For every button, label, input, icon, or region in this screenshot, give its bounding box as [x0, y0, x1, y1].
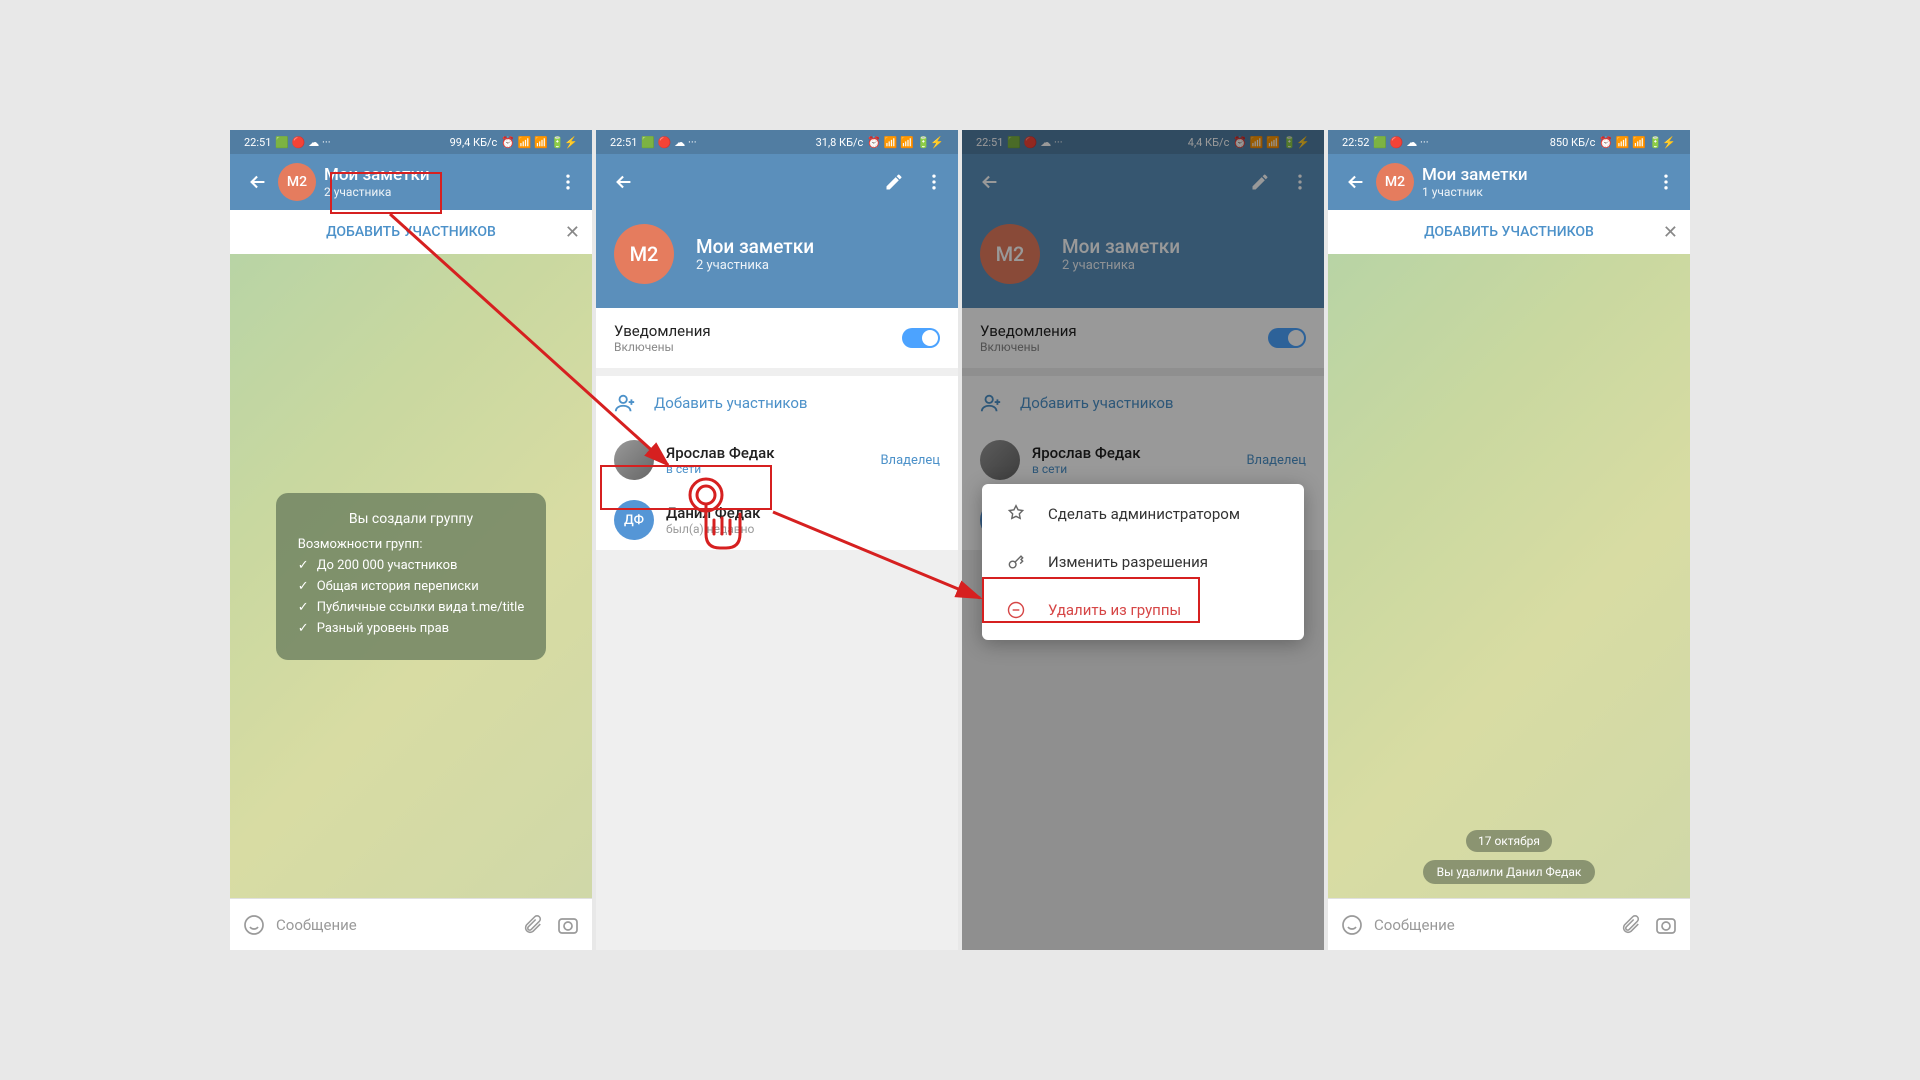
- make-admin-item[interactable]: Сделать администратором: [982, 490, 1304, 538]
- status-bar: 22:52🟩 🔴 ☁ ··· 850 КБ/с ⏰ 📶 📶 🔋⚡: [1328, 130, 1690, 154]
- notifications-toggle[interactable]: [902, 328, 940, 348]
- context-menu: Сделать администратором Изменить разреше…: [982, 484, 1304, 640]
- group-subtitle: 2 участника: [696, 258, 814, 273]
- add-member-row[interactable]: Добавить участников: [596, 376, 958, 430]
- member-name: Ярослав Федак: [666, 444, 775, 462]
- menu-button[interactable]: [1646, 162, 1686, 202]
- status-net: 31,8 КБ/с: [816, 136, 864, 149]
- permissions-item[interactable]: Изменить разрешения: [982, 538, 1304, 586]
- member-name: Данил Федак: [666, 504, 760, 522]
- message-input-bar: [1328, 898, 1690, 950]
- status-bar: 22:51🟩 🔴 ☁ ··· 31,8 КБ/с ⏰ 📶 📶 🔋⚡: [596, 130, 958, 154]
- member-status: был(а) недавно: [666, 522, 760, 536]
- add-members-bar[interactable]: ДОБАВИТЬ УЧАСТНИКОВ ✕: [1328, 210, 1690, 254]
- group-title: Мои заметки: [1422, 165, 1646, 185]
- group-avatar[interactable]: М2: [1376, 163, 1414, 201]
- add-members-label: ДОБАВИТЬ УЧАСТНИКОВ: [1424, 224, 1594, 240]
- member-row[interactable]: ДФ Данил Федак был(а) недавно: [596, 490, 958, 550]
- admin-icon: [1006, 504, 1026, 524]
- emoji-icon[interactable]: [1338, 913, 1366, 937]
- system-message: Вы удалили Данил Федак: [1423, 860, 1596, 884]
- message-input-bar: [230, 898, 592, 950]
- group-subtitle: 2 участника: [324, 185, 548, 199]
- permissions-label: Изменить разрешения: [1048, 553, 1208, 571]
- camera-icon[interactable]: [1652, 913, 1680, 937]
- member-avatar: [614, 440, 654, 480]
- close-icon[interactable]: ✕: [565, 222, 580, 243]
- back-button[interactable]: [1336, 162, 1376, 202]
- header-titles[interactable]: Мои заметки 1 участник: [1422, 165, 1646, 200]
- chat-body: 17 октября Вы удалили Данил Федак: [1328, 254, 1690, 898]
- feature-2: Общая история переписки: [317, 579, 479, 594]
- status-net: 99,4 КБ/с: [450, 136, 498, 149]
- group-avatar[interactable]: М2: [278, 163, 316, 201]
- remove-icon: [1006, 600, 1026, 620]
- notifications-title: Уведомления: [614, 322, 711, 340]
- check-icon: ✓: [298, 600, 309, 615]
- screenshot-3: 22:51🟩 🔴 ☁ ··· 4,4 КБ/с ⏰ 📶 📶 🔋⚡ М2 Мои …: [962, 130, 1324, 950]
- remove-label: Удалить из группы: [1048, 601, 1181, 619]
- screenshot-4: 22:52🟩 🔴 ☁ ··· 850 КБ/с ⏰ 📶 📶 🔋⚡ М2 Мои …: [1328, 130, 1690, 950]
- member-role: Владелец: [880, 453, 940, 468]
- remove-item[interactable]: Удалить из группы: [982, 586, 1304, 634]
- status-net: 850 КБ/с: [1550, 136, 1596, 149]
- screenshot-1: 22:51🟩 🔴 ☁ ··· 99,4 КБ/с ⏰ 📶 📶 🔋⚡ М2 Мои…: [230, 130, 592, 950]
- add-user-icon: [614, 392, 636, 414]
- message-input[interactable]: [1374, 916, 1608, 934]
- profile-header: [596, 154, 958, 210]
- close-icon[interactable]: ✕: [1663, 222, 1678, 243]
- header-titles[interactable]: Мои заметки 2 участника: [324, 165, 548, 200]
- bubble-subhead: Возможности групп:: [298, 537, 524, 552]
- group-title: Мои заметки: [324, 165, 548, 185]
- feature-1: До 200 000 участников: [317, 558, 458, 573]
- status-bar: 22:51🟩 🔴 ☁ ··· 99,4 КБ/с ⏰ 📶 📶 🔋⚡: [230, 130, 592, 154]
- add-members-label: ДОБАВИТЬ УЧАСТНИКОВ: [326, 224, 496, 240]
- member-status: в сети: [666, 462, 775, 476]
- profile-body: Уведомления Включены Добавить участников…: [596, 298, 958, 950]
- add-members-bar[interactable]: ДОБАВИТЬ УЧАСТНИКОВ ✕: [230, 210, 592, 254]
- member-row[interactable]: Ярослав Федак в сети Владелец: [596, 430, 958, 490]
- profile-top: М2 Мои заметки 2 участника: [596, 210, 958, 298]
- notifications-section[interactable]: Уведомления Включены: [596, 308, 958, 368]
- screenshot-2: 22:51🟩 🔴 ☁ ··· 31,8 КБ/с ⏰ 📶 📶 🔋⚡ М2 Мои…: [596, 130, 958, 950]
- back-button[interactable]: [604, 162, 644, 202]
- camera-icon[interactable]: [554, 913, 582, 937]
- emoji-icon[interactable]: [240, 913, 268, 937]
- message-input[interactable]: [276, 916, 510, 934]
- chat-body: Вы создали группу Возможности групп: ✓ До…: [230, 254, 592, 898]
- chat-header: М2 Мои заметки 2 участника: [230, 154, 592, 210]
- status-time: 22:52: [1342, 136, 1369, 149]
- attach-icon[interactable]: [1616, 914, 1644, 936]
- bubble-heading: Вы создали группу: [298, 511, 524, 527]
- status-time: 22:51: [244, 136, 271, 149]
- group-created-bubble: Вы создали группу Возможности групп: ✓ До…: [276, 493, 546, 660]
- group-avatar[interactable]: М2: [614, 224, 674, 284]
- feature-4: Разный уровень прав: [317, 621, 449, 636]
- back-button[interactable]: [238, 162, 278, 202]
- status-time: 22:51: [610, 136, 637, 149]
- group-subtitle: 1 участник: [1422, 185, 1646, 199]
- make-admin-label: Сделать администратором: [1048, 505, 1240, 523]
- menu-button[interactable]: [914, 162, 954, 202]
- add-member-label: Добавить участников: [654, 394, 807, 412]
- date-chip: 17 октября: [1466, 830, 1552, 852]
- attach-icon[interactable]: [518, 914, 546, 936]
- check-icon: ✓: [298, 621, 309, 636]
- key-icon: [1006, 552, 1026, 572]
- check-icon: ✓: [298, 558, 309, 573]
- chat-header: М2 Мои заметки 1 участник: [1328, 154, 1690, 210]
- menu-button[interactable]: [548, 162, 588, 202]
- check-icon: ✓: [298, 579, 309, 594]
- group-title: Мои заметки: [696, 235, 814, 258]
- member-avatar: ДФ: [614, 500, 654, 540]
- notifications-status: Включены: [614, 340, 711, 354]
- feature-3: Публичные ссылки вида t.me/title: [317, 600, 525, 615]
- edit-button[interactable]: [874, 162, 914, 202]
